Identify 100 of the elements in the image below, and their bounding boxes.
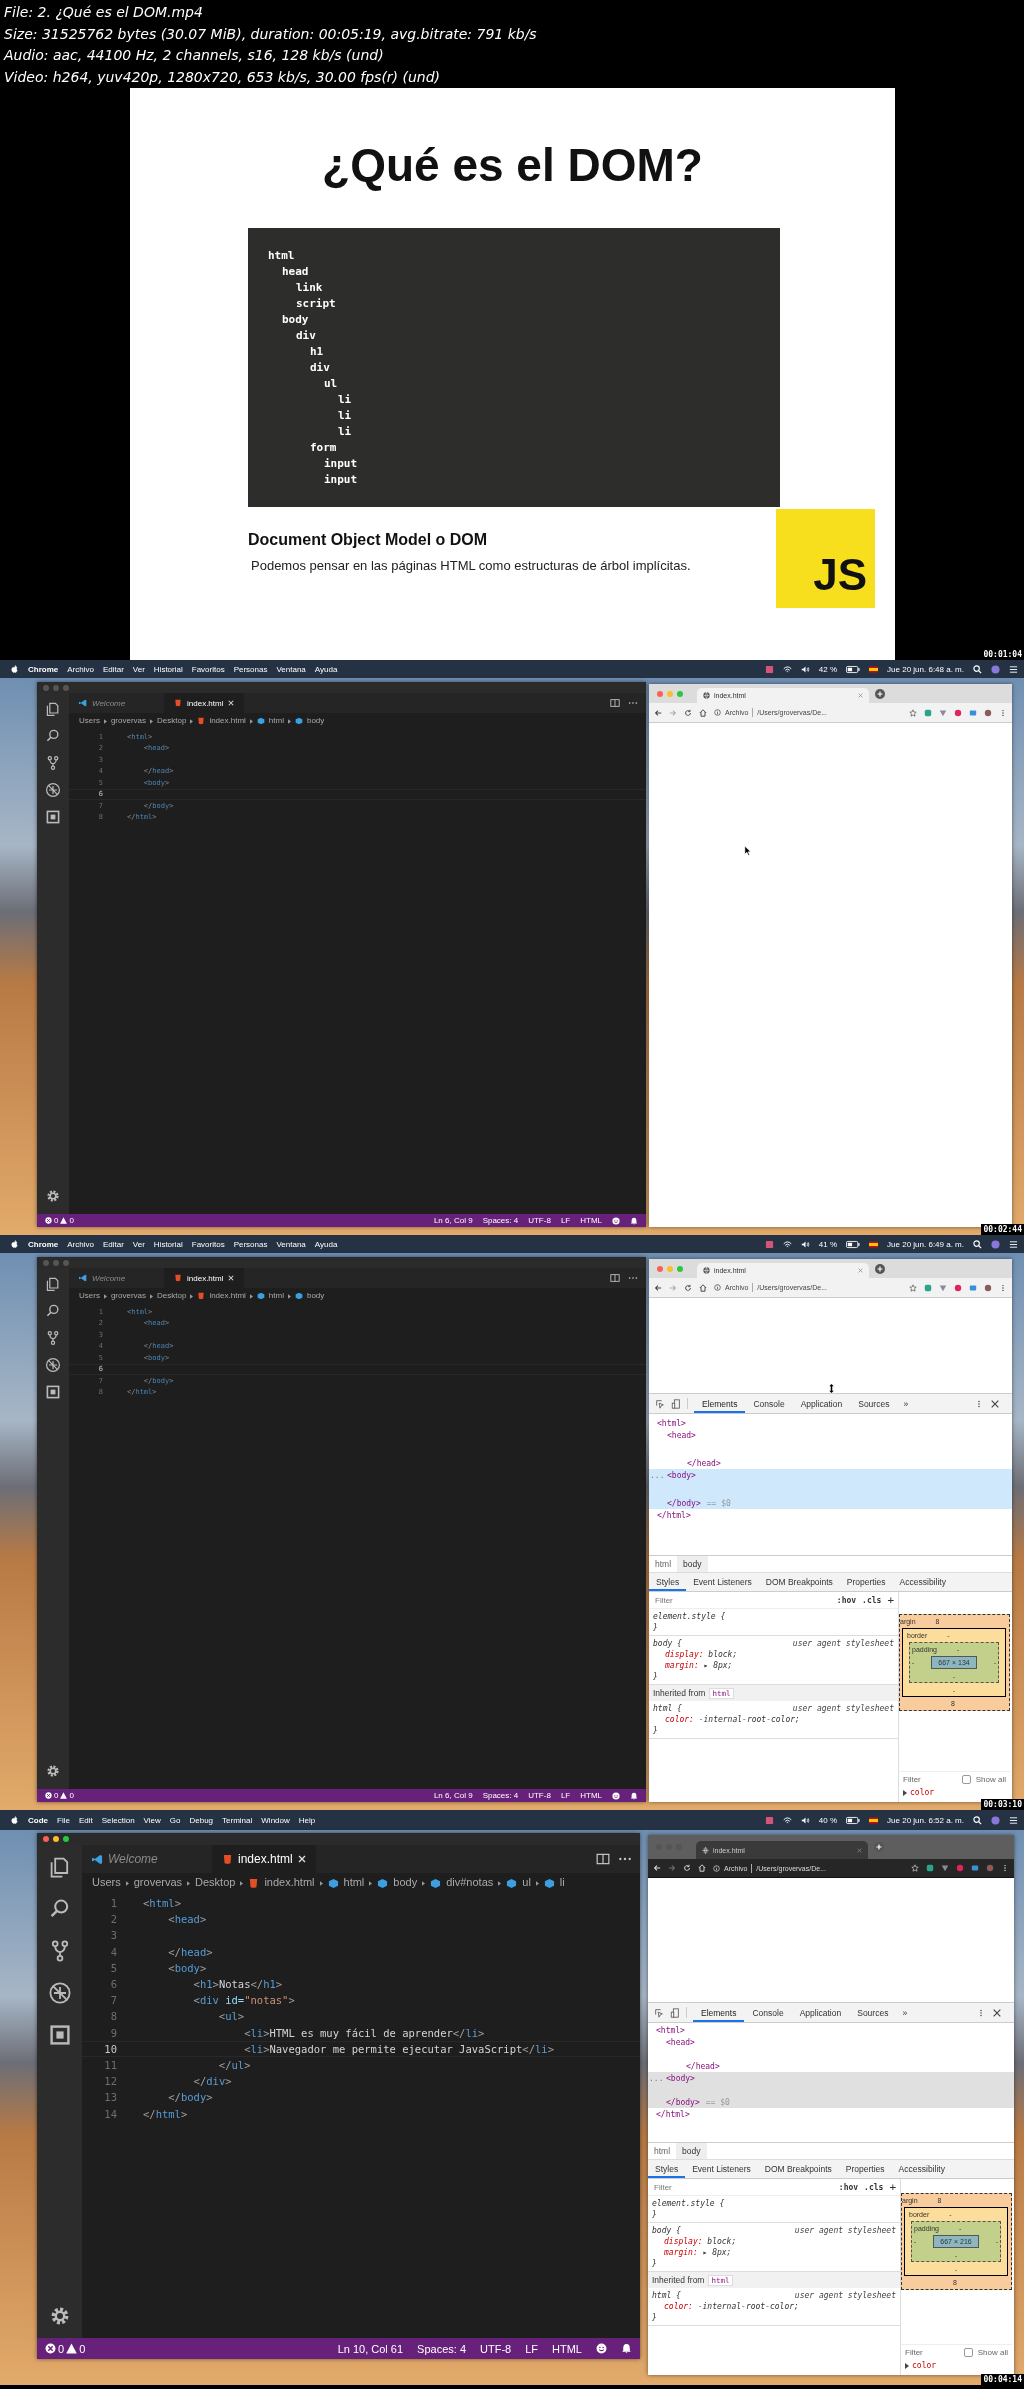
editor-tab[interactable]: Welcome	[82, 1845, 212, 1873]
element-breadcrumb[interactable]: html	[648, 2143, 677, 2159]
menu-item[interactable]: Go	[169, 1815, 181, 1825]
status-item[interactable]: UTF-8	[480, 2342, 512, 2355]
list-icon[interactable]	[1009, 664, 1018, 674]
clock[interactable]: Jue 20 jun. 6:52 a. m.	[887, 1815, 964, 1825]
error-count[interactable]: 0	[58, 2342, 65, 2355]
status-item[interactable]: Spaces: 4	[417, 2342, 467, 2355]
search-icon[interactable]	[973, 664, 982, 674]
computed-filter-field[interactable]: Filter	[905, 2348, 959, 2357]
circle-icon[interactable]	[991, 1239, 1000, 1249]
flag-icon[interactable]	[869, 664, 879, 674]
device-icon[interactable]	[670, 2007, 680, 2018]
editor-tab[interactable]: Welcome	[69, 1268, 164, 1288]
menu-item[interactable]: Personas	[233, 1239, 268, 1249]
breadcrumb-item[interactable]: grovervas	[133, 1876, 183, 1890]
checkbox[interactable]	[961, 1775, 971, 1784]
circle-icon[interactable]	[991, 1815, 1000, 1825]
menu-item[interactable]: Help	[298, 1815, 316, 1825]
breadcrumb-item[interactable]: html	[343, 1876, 365, 1890]
menu-item[interactable]: Ventana	[276, 1239, 306, 1249]
warning-count[interactable]: 0	[79, 2342, 86, 2355]
breadcrumb-item[interactable]: body	[393, 1876, 418, 1890]
menu-icon[interactable]	[999, 1283, 1007, 1292]
add-rule-button[interactable]: +	[889, 2180, 896, 2194]
inspect-icon[interactable]	[655, 1398, 665, 1409]
class-toggle[interactable]: .cls	[862, 1595, 882, 1605]
menu-item[interactable]: Personas	[233, 664, 268, 674]
breadcrumb-item[interactable]: ul	[522, 1876, 531, 1890]
list-icon[interactable]	[1009, 1815, 1018, 1825]
branch-icon[interactable]	[45, 1330, 61, 1346]
menu-item[interactable]: Ver	[132, 1239, 145, 1249]
status-item[interactable]: Spaces: 4	[482, 1216, 519, 1225]
status-item[interactable]: Ln 6, Col 9	[433, 1216, 473, 1225]
search-icon[interactable]	[45, 728, 61, 744]
hover-state-toggle[interactable]: :hov	[838, 2182, 859, 2192]
dom-tag[interactable]: <html>	[657, 1418, 686, 1428]
breadcrumb-item[interactable]: li	[559, 1876, 565, 1890]
styles-tab[interactable]: Event Listeners	[686, 1573, 759, 1591]
rule-source[interactable]: user agent stylesheet	[794, 2291, 896, 2302]
devtools-tab[interactable]: Console	[745, 1394, 793, 1413]
breadcrumb-item[interactable]: grovervas	[110, 716, 146, 726]
menu-item[interactable]: Ver	[132, 664, 145, 674]
apple-icon[interactable]	[10, 1239, 19, 1249]
devtools-tab[interactable]: Sources	[849, 2003, 897, 2022]
smiley-icon[interactable]	[612, 1216, 620, 1225]
element-breadcrumb[interactable]: body	[676, 2143, 707, 2159]
node-ellipsis[interactable]: ...	[649, 2073, 664, 2083]
breadcrumb-item[interactable]: html	[268, 716, 284, 726]
breadcrumb-item[interactable]: Users	[79, 1291, 100, 1301]
editor-tab[interactable]: Welcome	[69, 693, 164, 713]
warning-count[interactable]: 0	[69, 1791, 74, 1800]
circle-icon[interactable]	[991, 664, 1000, 674]
search-icon[interactable]	[45, 1303, 61, 1319]
styles-tab[interactable]: Event Listeners	[685, 2160, 758, 2178]
expand-arrow-icon[interactable]	[903, 1789, 907, 1796]
breadcrumb-item[interactable]: Desktop	[195, 1876, 236, 1890]
menu-item[interactable]: Selection	[101, 1815, 135, 1825]
clock[interactable]: Jue 20 jun. 6:48 a. m.	[887, 664, 964, 674]
devtools-tab[interactable]: Elements	[693, 2003, 745, 2022]
devtools-tab[interactable]: Console	[744, 2003, 792, 2022]
status-item[interactable]: LF	[560, 1791, 571, 1800]
styles-tab[interactable]: Styles	[648, 2160, 686, 2178]
flag-icon[interactable]	[869, 1239, 879, 1249]
menu-item[interactable]: Archivo	[67, 664, 94, 674]
node-ellipsis[interactable]: ...	[650, 1470, 665, 1480]
dom-tag[interactable]: </html>	[656, 2109, 690, 2119]
menu-item[interactable]: Historial	[153, 1239, 183, 1249]
settings-icon[interactable]	[45, 1188, 61, 1204]
app-menu[interactable]: Chrome	[28, 1239, 59, 1249]
menu-item[interactable]: View	[143, 1815, 161, 1825]
breadcrumb-item[interactable]: body	[306, 1291, 325, 1301]
device-icon[interactable]	[671, 1398, 681, 1409]
menu-icon[interactable]	[1001, 1864, 1009, 1872]
wifi-icon[interactable]	[782, 664, 792, 674]
menu-item[interactable]: Ventana	[276, 664, 306, 674]
files-icon[interactable]	[45, 1276, 61, 1292]
extensions-icon[interactable]	[47, 2023, 72, 2047]
smiley-icon[interactable]	[612, 1791, 620, 1800]
battery-icon[interactable]	[846, 1815, 861, 1825]
status-item[interactable]: Spaces: 4	[482, 1791, 519, 1800]
breadcrumb-item[interactable]: index.html	[209, 1291, 246, 1301]
menu-item[interactable]: Terminal	[222, 1815, 253, 1825]
dom-tag[interactable]: </head>	[686, 2061, 720, 2071]
hover-state-toggle[interactable]: :hov	[836, 1595, 857, 1605]
menu-item[interactable]: Edit	[78, 1815, 93, 1825]
menu-item[interactable]: Window	[261, 1815, 290, 1825]
styles-tab[interactable]: Accessibility	[891, 2160, 952, 2178]
breadcrumb-item[interactable]: body	[306, 716, 325, 726]
split-editor-icon[interactable]	[610, 1273, 620, 1283]
home-icon[interactable]	[699, 708, 707, 717]
reload-icon[interactable]	[684, 1283, 692, 1292]
close-icon[interactable]	[992, 2007, 1002, 2018]
bug-icon[interactable]	[45, 1357, 61, 1373]
styles-tab[interactable]: DOM Breakpoints	[758, 1573, 840, 1591]
dom-tag[interactable]: <html>	[656, 2025, 685, 2035]
styles-tab[interactable]: Styles	[649, 1573, 687, 1591]
flag-icon[interactable]	[869, 1815, 879, 1825]
styles-tab[interactable]: Properties	[838, 2160, 892, 2178]
smiley-icon[interactable]	[596, 2343, 607, 2354]
